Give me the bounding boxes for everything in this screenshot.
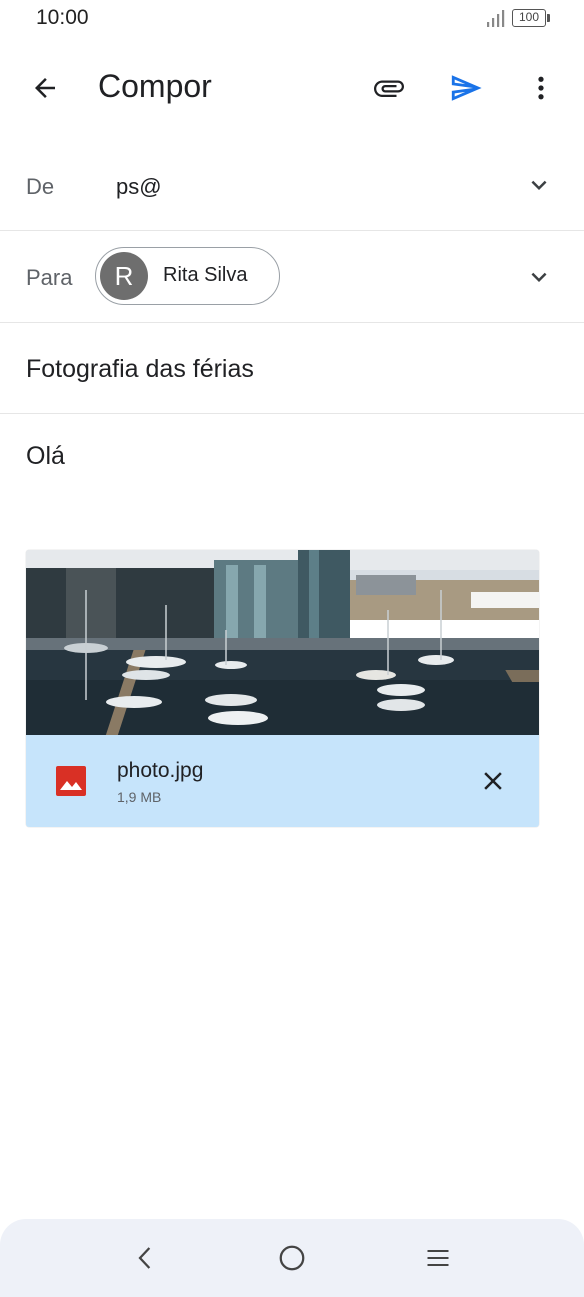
back-button[interactable] — [21, 64, 69, 112]
remove-attachment-button[interactable] — [469, 757, 517, 805]
back-arrow-icon — [35, 78, 55, 98]
image-file-icon — [56, 766, 86, 796]
from-value[interactable]: ps@ — [116, 174, 162, 200]
subject-field[interactable]: Fotografia das férias — [26, 355, 254, 384]
attach-button[interactable] — [365, 64, 413, 112]
more-vert-icon — [538, 76, 544, 100]
to-row[interactable]: Para R Rita Silva — [0, 231, 584, 323]
nav-menu-button[interactable] — [414, 1234, 462, 1282]
chevron-down-icon[interactable] — [524, 262, 554, 292]
status-bar: 10:00 100 — [0, 0, 584, 40]
nav-back-icon — [138, 1247, 151, 1269]
attachment-card[interactable]: photo.jpg 1,9 MB — [26, 550, 539, 827]
recipient-name: Rita Silva — [163, 264, 248, 286]
paperclip-icon — [374, 80, 404, 97]
battery-tip — [547, 14, 550, 22]
recipient-chip[interactable]: R Rita Silva — [95, 247, 280, 305]
avatar: R — [100, 252, 148, 300]
app-toolbar: Compor — [0, 48, 584, 128]
from-row[interactable]: De ps@ — [0, 140, 584, 231]
page-title: Compor — [98, 68, 212, 104]
more-options-button[interactable] — [517, 64, 565, 112]
nav-home-icon — [279, 1245, 305, 1271]
nav-home-button[interactable] — [268, 1234, 316, 1282]
attachment-preview-image — [26, 550, 539, 735]
chevron-down-icon[interactable] — [524, 170, 554, 200]
send-icon — [451, 75, 482, 101]
battery-icon: 100 — [512, 9, 546, 27]
send-button[interactable] — [442, 64, 490, 112]
system-nav-bar — [0, 1219, 584, 1297]
from-label: De — [26, 174, 55, 199]
body-field[interactable]: Olá — [26, 442, 65, 471]
to-label: Para — [26, 265, 73, 290]
attachment-info: photo.jpg 1,9 MB — [26, 735, 539, 827]
nav-menu-icon — [427, 1249, 449, 1267]
attachment-size: 1,9 MB — [117, 789, 162, 805]
attachment-filename: photo.jpg — [117, 759, 204, 782]
close-icon — [484, 772, 502, 790]
nav-back-button[interactable] — [121, 1234, 169, 1282]
status-time: 10:00 — [36, 6, 89, 29]
battery-level: 100 — [518, 10, 540, 24]
subject-row[interactable]: Fotografia das férias — [0, 323, 584, 414]
signal-icon — [487, 10, 505, 27]
